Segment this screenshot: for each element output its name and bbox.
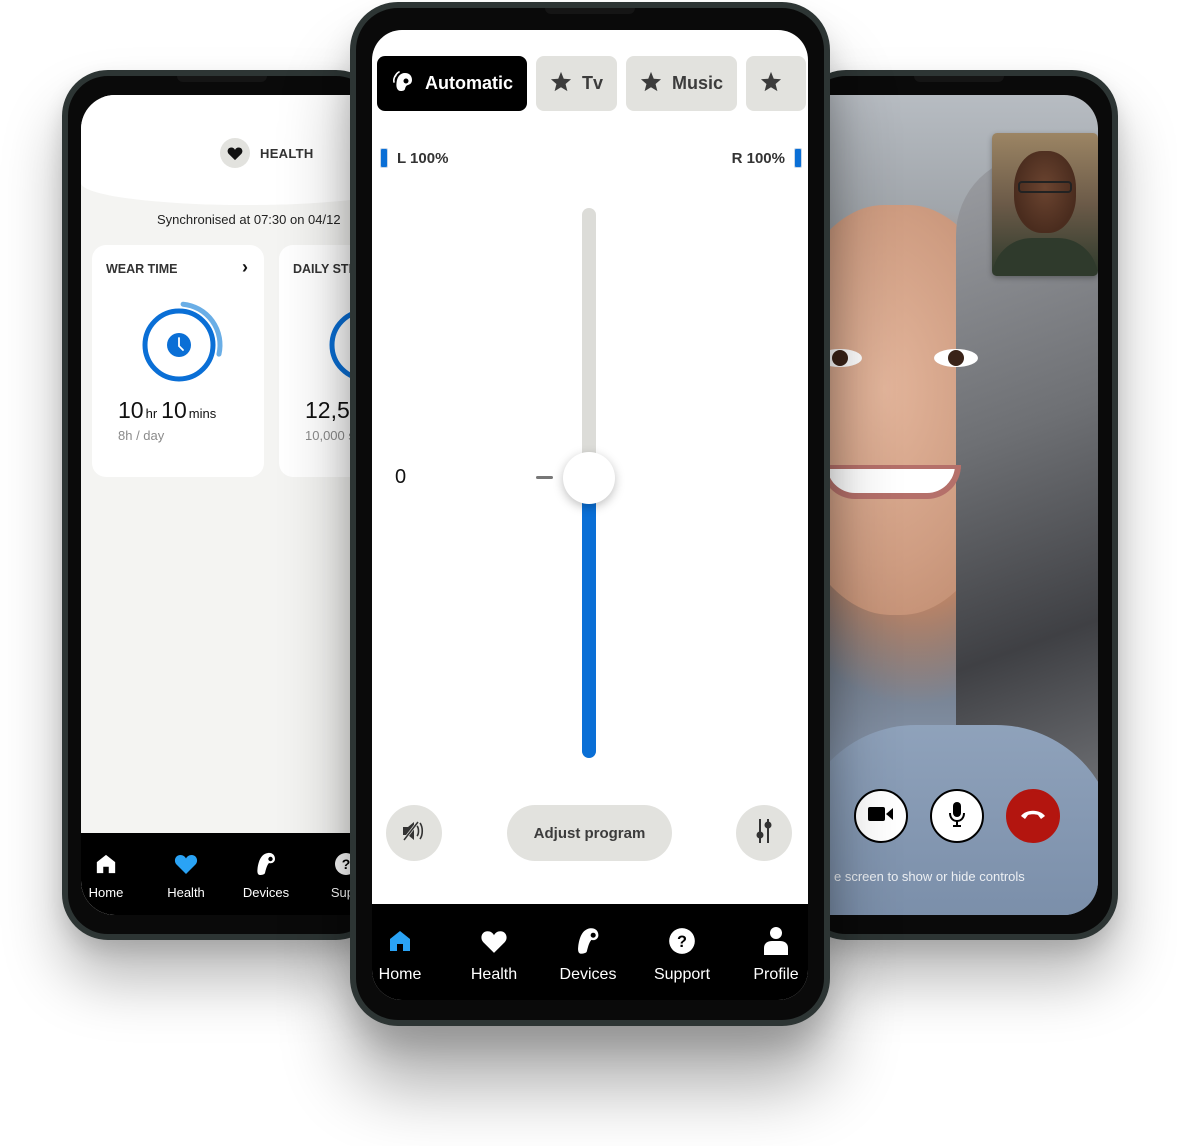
caller-smile xyxy=(821,465,961,499)
self-view-video[interactable] xyxy=(992,133,1098,276)
hearing-icon xyxy=(393,69,415,98)
mute-button[interactable] xyxy=(386,805,442,861)
video-call-phone: e screen to show or hide controls xyxy=(800,70,1118,940)
help-icon: ? xyxy=(642,926,722,956)
equalizer-button[interactable] xyxy=(736,805,792,861)
svg-text:?: ? xyxy=(677,933,687,951)
tab-health[interactable]: Health xyxy=(151,851,221,900)
card-title: WEAR TIME xyxy=(106,262,178,276)
svg-text:?: ? xyxy=(342,856,351,872)
hearing-aid-icon xyxy=(548,926,628,956)
home-icon xyxy=(372,926,440,956)
video-camera-icon xyxy=(868,805,894,828)
heart-icon xyxy=(151,851,221,877)
wear-time-card[interactable]: WEAR TIME › 10 hr 10 mins 8h / day xyxy=(92,245,264,477)
microphone-icon xyxy=(948,801,966,832)
controls-hint: e screen to show or hide controls xyxy=(834,869,1025,884)
battery-right: R 100% xyxy=(732,148,802,168)
microphone-toggle-button[interactable] xyxy=(930,789,984,843)
steps-goal: 10,000 s xyxy=(305,428,355,443)
heart-icon xyxy=(454,926,534,956)
tab-devices[interactable]: Devices xyxy=(231,851,301,900)
health-title-pill: HEALTH xyxy=(220,138,314,168)
volume-slider-handle[interactable] xyxy=(563,451,615,504)
mute-icon xyxy=(401,820,427,847)
hearing-control-phone: Automatic Tv Music L 100% R 100% 0 Adjus… xyxy=(350,2,830,1026)
battery-icon xyxy=(380,148,388,168)
battery-left: L 100% xyxy=(380,148,448,168)
hang-up-icon xyxy=(1020,807,1046,825)
person-icon xyxy=(736,926,808,956)
tab-support[interactable]: ? Support xyxy=(642,926,722,984)
hearing-control-screen: Automatic Tv Music L 100% R 100% 0 Adjus… xyxy=(372,30,808,1000)
program-chip-tv[interactable]: Tv xyxy=(536,56,618,111)
heart-icon xyxy=(220,138,250,168)
end-call-button[interactable] xyxy=(1006,789,1060,843)
phone-notch xyxy=(545,8,635,14)
program-chip-music[interactable]: Music xyxy=(626,56,738,111)
battery-icon xyxy=(794,148,802,168)
wear-time-goal: 8h / day xyxy=(118,428,165,443)
tab-profile[interactable]: Profile xyxy=(736,926,808,984)
program-selector: Automatic Tv Music xyxy=(377,56,807,111)
tab-home[interactable]: Home xyxy=(81,851,141,900)
phone-notch xyxy=(177,76,267,82)
camera-toggle-button[interactable] xyxy=(854,789,908,843)
adjust-program-button[interactable]: Adjust program xyxy=(507,805,672,861)
volume-value: 0 xyxy=(395,466,407,488)
volume-slider-fill xyxy=(582,477,596,758)
tab-devices[interactable]: Devices xyxy=(548,926,628,984)
health-title: HEALTH xyxy=(260,145,314,161)
program-chip-automatic[interactable]: Automatic xyxy=(377,56,528,111)
health-phone: HEALTH Synchronised at 07:30 on 04/12 WE… xyxy=(62,70,411,940)
wear-time-value: 10 hr 10 mins xyxy=(118,397,217,423)
sliders-icon xyxy=(754,818,774,849)
phone-notch xyxy=(914,76,1004,82)
bottom-tab-bar: Home Health Devices ? Support Profile xyxy=(372,904,808,1000)
tab-health[interactable]: Health xyxy=(454,926,534,984)
slider-center-tick xyxy=(536,476,553,479)
caller-eye xyxy=(934,349,978,367)
star-icon xyxy=(550,71,572,97)
wear-time-progress-ring xyxy=(142,301,223,382)
hearing-aid-icon xyxy=(231,851,301,877)
chevron-right-icon[interactable]: › xyxy=(242,257,248,278)
star-icon xyxy=(760,71,782,97)
program-chip-more[interactable] xyxy=(746,56,807,111)
tab-home[interactable]: Home xyxy=(372,926,440,984)
home-icon xyxy=(81,851,141,877)
video-call-screen[interactable]: e screen to show or hide controls xyxy=(806,95,1098,915)
sync-status: Synchronised at 07:30 on 04/12 xyxy=(157,212,341,227)
star-icon xyxy=(640,71,662,97)
